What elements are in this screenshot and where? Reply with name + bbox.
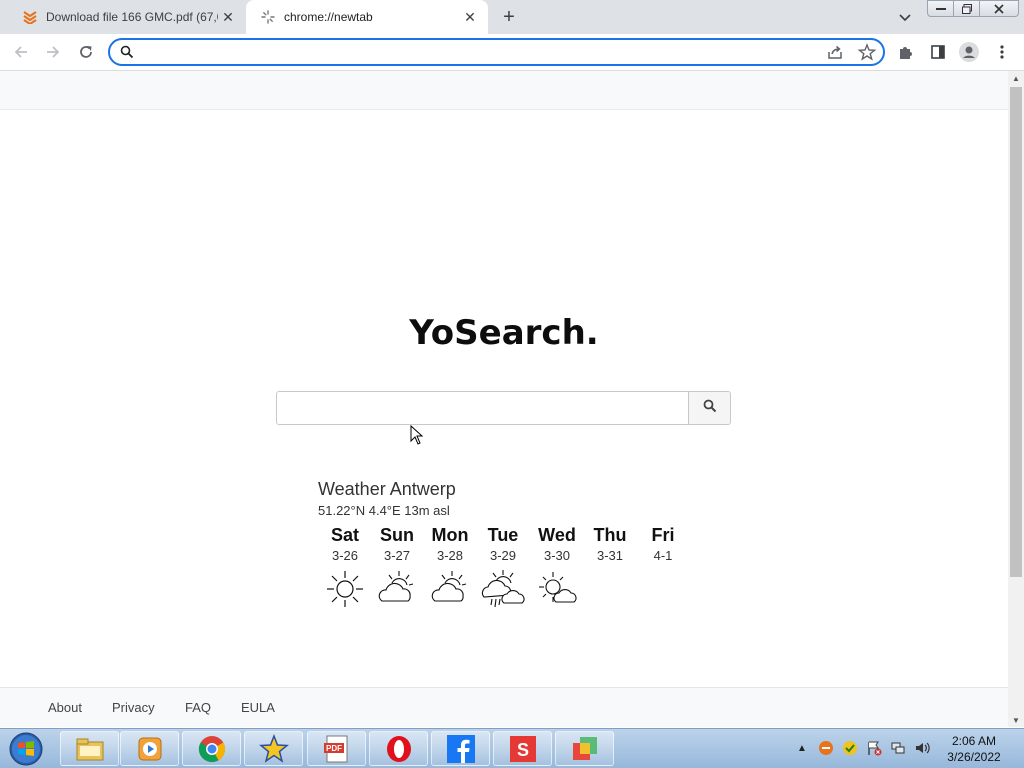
weather-coordinates: 51.22°N 4.4°E 13m asl [318,503,450,518]
forecast-day-date: 3-27 [383,548,411,563]
bookmark-star-icon[interactable] [857,43,877,66]
tab-strip: Download file 166 GMC.pdf (67,0 ✕ chrome… [0,0,1024,34]
forecast-day-name: Fri [651,525,675,545]
weather-title: Weather Antwerp [318,479,456,499]
layers-app-icon[interactable] [555,731,614,766]
forecast-day-name: Wed [538,525,576,545]
tab-download-pdf[interactable]: Download file 166 GMC.pdf (67,0 ✕ [0,0,246,34]
address-input[interactable] [140,42,820,62]
tab-title: Download file 166 GMC.pdf (67,0 [46,10,218,24]
forward-button[interactable] [41,40,65,64]
address-bar[interactable] [108,38,885,66]
chrome-icon[interactable] [182,731,241,766]
loading-spinner-icon [260,9,276,25]
forecast-day-date: 3-31 [596,548,624,563]
tab-title: chrome://newtab [284,10,373,24]
forecast-day: Tue 3-29 [476,525,530,609]
forecast-day: Sat 3-26 [318,525,372,609]
search-icon [703,399,717,418]
mouse-cursor-icon [410,424,424,450]
tray-app-icon[interactable] [817,739,835,757]
forecast-day-name: Thu [593,525,627,545]
vertical-scrollbar[interactable]: ▲ ▼ [1008,71,1024,727]
clock-time: 2:06 AM [951,734,997,748]
restore-button[interactable] [953,0,981,17]
forecast-day: Sun 3-27 [370,525,424,609]
sun-icon [318,569,372,609]
scroll-down-arrow-icon[interactable]: ▼ [1008,713,1024,727]
forecast-day: Fri 4-1 [636,525,690,563]
footer-link-privacy[interactable]: Privacy [112,700,155,715]
new-tab-button[interactable]: + [498,6,520,28]
forecast-day-date: 3-26 [331,548,359,563]
forecast-day-name: Mon [431,525,469,545]
svg-text:PDF: PDF [326,744,342,753]
volume-icon[interactable] [913,739,931,757]
action-center-flag-icon[interactable] [865,739,883,757]
search-icon [120,45,134,64]
forecast-day: Mon 3-28 [423,525,477,609]
search-input[interactable] [285,398,681,418]
svg-text:S: S [517,740,529,760]
partly-cloudy-rain-icon [476,569,530,609]
search-button[interactable] [688,392,730,424]
browser-toolbar [0,34,1024,71]
sun-cloud-icon [530,569,584,609]
opera-icon[interactable] [369,731,428,766]
system-clock[interactable]: 2:06 AM 3/26/2022 [935,733,1013,765]
share-icon[interactable] [826,43,844,66]
profile-avatar-icon[interactable] [957,40,981,64]
star-app-icon[interactable] [244,731,303,766]
menu-kebab-icon[interactable] [990,40,1014,64]
forecast-day-date: 3-29 [489,548,517,563]
partly-cloudy-icon [370,569,424,609]
tab-newtab[interactable]: chrome://newtab ✕ [246,0,488,34]
page-header-band [0,71,1008,110]
clock-date: 3/26/2022 [947,750,1001,764]
partly-cloudy-icon [423,569,477,609]
forecast-day-date: 3-28 [436,548,464,563]
show-hidden-icons-arrow[interactable]: ▲ [796,739,808,757]
search-form [276,391,731,425]
forecast-day: Thu 3-31 [583,525,637,563]
page-footer: About Privacy FAQ EULA [0,687,1008,727]
start-button[interactable] [4,730,48,768]
site-logo: YoSearch. [409,313,599,353]
back-button[interactable] [9,40,33,64]
close-window-button[interactable] [979,0,1019,17]
footer-link-about[interactable]: About [48,700,82,715]
download-stack-icon [22,9,38,25]
forecast-day: Wed 3-30 [530,525,584,609]
minimize-button[interactable] [927,0,955,17]
footer-link-eula[interactable]: EULA [241,700,275,715]
page-content: YoSearch. Weather Antwerp 51.22°N 4.4°E … [0,71,1008,727]
scrollbar-thumb[interactable] [1010,87,1022,577]
forecast-day-date: 3-30 [543,548,571,563]
forecast-day-name: Tue [487,525,519,545]
tray-update-icon[interactable] [841,739,859,757]
close-tab-icon[interactable]: ✕ [460,7,480,27]
forecast-day-name: Sun [380,525,414,545]
extensions-puzzle-icon[interactable] [894,40,918,64]
s-app-icon[interactable]: S [493,731,552,766]
side-panel-icon[interactable] [926,40,950,64]
scroll-up-arrow-icon[interactable]: ▲ [1008,71,1024,85]
footer-link-faq[interactable]: FAQ [185,700,211,715]
windows-taskbar: PDF S ▲ 2:06 AM 3/26/2022 [0,728,1024,768]
file-explorer-icon[interactable] [60,731,119,766]
weather-widget: Weather Antwerp 51.22°N 4.4°E 13m asl Sa… [318,479,718,608]
forecast-day-date: 4-1 [653,548,673,563]
close-tab-icon[interactable]: ✕ [218,7,238,27]
media-player-icon[interactable] [120,731,179,766]
reload-button[interactable] [74,40,98,64]
network-icon[interactable] [889,739,907,757]
pdf-app-icon[interactable]: PDF [307,731,366,766]
forecast-day-name: Sat [330,525,359,545]
facebook-icon[interactable] [431,731,490,766]
tab-search-chevron-icon[interactable] [895,8,915,28]
